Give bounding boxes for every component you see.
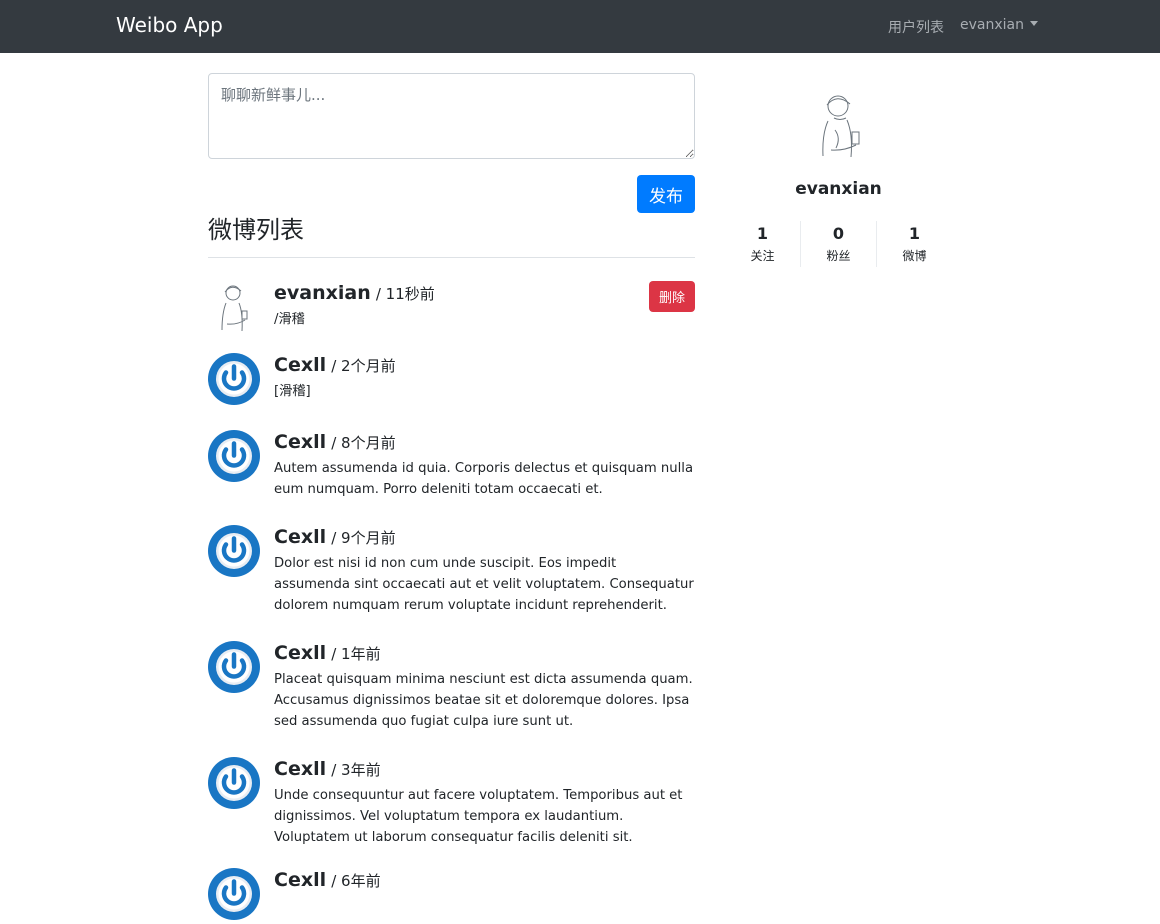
post-content: Unde consequuntur aut facere voluptatem.… (274, 788, 683, 845)
feed-item-body: Cexll / 9个月前 Dolor est nisi id non cum un… (274, 525, 695, 616)
author-name-link[interactable]: Cexll (274, 758, 326, 780)
stat-label: 微博 (902, 249, 927, 263)
post-content: [滑稽] (274, 384, 311, 399)
author-name-link[interactable]: Cexll (274, 431, 326, 453)
feed-item-head: evanxian / 11秒前 (274, 281, 695, 306)
power-avatar-icon (208, 757, 260, 813)
sketch-avatar-icon (208, 285, 260, 337)
author-name-link[interactable]: Cexll (274, 526, 326, 548)
main-column: 发布 微博列表 evanxian / 11秒前/滑稽删除Cexll / 2个月前… (208, 73, 695, 920)
feed-item-body: Cexll / 6年前 (274, 868, 695, 920)
delete-button[interactable]: 删除 (649, 281, 695, 312)
feed-item-body: Cexll / 3年前 Unde consequuntur aut facere … (274, 757, 695, 848)
power-avatar-icon (208, 641, 260, 697)
feed-item-head: Cexll / 1年前 (274, 641, 695, 666)
feed-item: evanxian / 11秒前/滑稽 删除 (208, 281, 695, 333)
post-content: Autem assumenda id quia. Corporis delect… (274, 461, 694, 497)
feed-item: Cexll / 9个月前 Dolor est nisi id non cum un… (208, 525, 695, 616)
post-time: / 6年前 (331, 872, 381, 890)
power-avatar-icon (208, 430, 260, 486)
stat-following[interactable]: 1 关注 (725, 221, 801, 267)
chevron-down-icon (1030, 21, 1038, 26)
feed-title: 微博列表 (208, 214, 695, 258)
feed-item-body: Cexll / 8个月前 Autem assumenda id quia. Cor… (274, 430, 695, 500)
author-avatar[interactable] (208, 430, 260, 482)
navbar-right: 用户列表 evanxian (888, 17, 1038, 37)
feed-item: Cexll / 3年前 Unde consequuntur aut facere … (208, 757, 695, 848)
navbar: Weibo App 用户列表 evanxian (0, 0, 1160, 53)
sketch-avatar-icon (821, 95, 859, 158)
profile-stats: 1 关注 0 粉丝 1 微博 (725, 221, 952, 267)
feed-item: Cexll / 1年前 Placeat quisquam minima nesci… (208, 641, 695, 732)
feed-item: Cexll / 2个月前 [滑稽] (208, 353, 695, 405)
feed-item-head: Cexll / 2个月前 (274, 353, 695, 378)
post-time: / 8个月前 (331, 434, 396, 452)
stat-count: 1 (908, 224, 921, 243)
feed-item-head: Cexll / 3年前 (274, 757, 695, 782)
users-list-link[interactable]: 用户列表 (888, 17, 944, 37)
stat-posts[interactable]: 1 微博 (877, 221, 952, 267)
stat-count: 1 (756, 224, 769, 243)
user-menu-label: evanxian (960, 17, 1024, 33)
stat-label: 粉丝 (826, 249, 851, 263)
profile-card: evanxian 1 关注 0 粉丝 1 微博 (725, 90, 952, 267)
post-content: Placeat quisquam minima nesciunt est dic… (274, 672, 693, 729)
feed-item: Cexll / 6年前 (208, 868, 695, 920)
status-input[interactable] (208, 73, 695, 159)
author-avatar[interactable] (208, 641, 260, 693)
author-avatar[interactable] (208, 353, 260, 405)
feed-item: Cexll / 8个月前 Autem assumenda id quia. Cor… (208, 430, 695, 500)
power-avatar-icon (208, 353, 260, 409)
feed-item-head: Cexll / 9个月前 (274, 525, 695, 550)
power-avatar-icon (208, 525, 260, 581)
feed-item-head: Cexll / 8个月前 (274, 430, 695, 455)
author-name-link[interactable]: evanxian (274, 282, 371, 304)
author-name-link[interactable]: Cexll (274, 354, 326, 376)
feed-item-body: evanxian / 11秒前/滑稽 (274, 281, 695, 333)
post-time: / 11秒前 (375, 285, 435, 303)
post-content: Dolor est nisi id non cum unde suscipit.… (274, 556, 694, 613)
author-avatar[interactable] (208, 525, 260, 577)
post-time: / 1年前 (331, 645, 381, 663)
publish-button[interactable]: 发布 (637, 175, 695, 213)
author-avatar[interactable] (208, 868, 260, 920)
profile-avatar[interactable] (804, 90, 874, 162)
feed-item-head: Cexll / 6年前 (274, 868, 695, 893)
author-name-link[interactable]: Cexll (274, 642, 326, 664)
user-menu-dropdown[interactable]: evanxian (960, 17, 1038, 37)
post-time: / 9个月前 (331, 529, 396, 547)
feed-item-body: Cexll / 1年前 Placeat quisquam minima nesci… (274, 641, 695, 732)
profile-name[interactable]: evanxian (725, 179, 952, 199)
author-name-link[interactable]: Cexll (274, 869, 326, 891)
power-avatar-icon (208, 868, 260, 924)
publish-row: 发布 (208, 159, 695, 214)
feed-item-body: Cexll / 2个月前 [滑稽] (274, 353, 695, 405)
author-avatar[interactable] (208, 281, 260, 333)
stat-count: 0 (832, 224, 845, 243)
brand-link[interactable]: Weibo App (116, 13, 223, 37)
post-time: / 3年前 (331, 761, 381, 779)
stat-followers[interactable]: 0 粉丝 (801, 221, 877, 267)
post-content: /滑稽 (274, 312, 305, 327)
feed-list: evanxian / 11秒前/滑稽 删除 Cexll / 2个月前 [滑稽] Cexl… (208, 281, 695, 920)
stat-label: 关注 (750, 249, 775, 263)
author-avatar[interactable] (208, 757, 260, 809)
post-time: / 2个月前 (331, 357, 396, 375)
